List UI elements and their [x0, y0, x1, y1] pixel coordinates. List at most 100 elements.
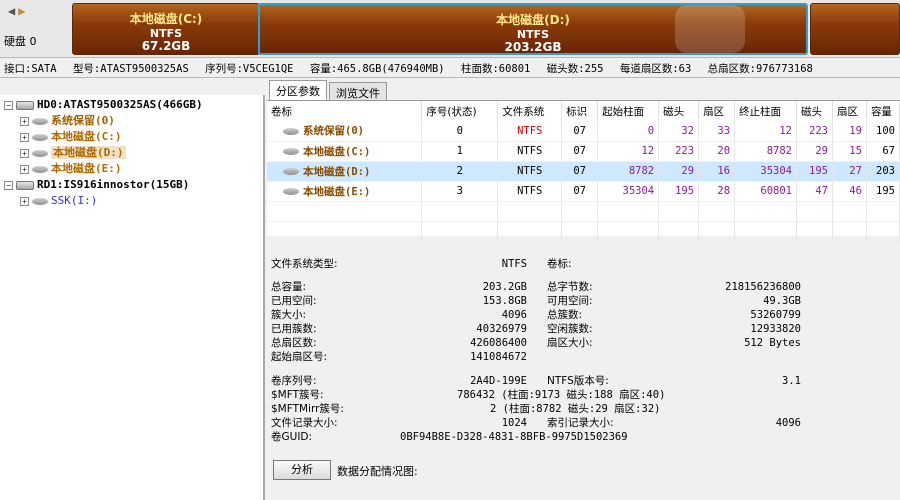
col-header[interactable]: 文件系统	[497, 101, 563, 121]
value-free: 49.3GB	[763, 295, 801, 307]
col-header[interactable]: 卷标	[267, 101, 423, 121]
col-header[interactable]: 标识	[561, 101, 599, 121]
value-mftmirr: 2 (柱面:8782 磁头:29 扇区:32)	[490, 403, 661, 415]
disk-info-line: 接口:SATA 型号:ATAST9500325AS 序列号:V5CEG1QE 容…	[0, 58, 900, 78]
partition-icon	[32, 117, 48, 125]
table-cell: 35304	[734, 161, 797, 182]
table-cell: 20	[698, 141, 736, 162]
table-cell: NTFS	[497, 161, 563, 182]
table-cell: 1	[421, 141, 499, 162]
table-row[interactable]: 本地磁盘(E:) 3 NTFS 07 35304 195 28 60801 47 46 195	[267, 181, 900, 202]
label-total-bytes: 总字节数:	[547, 281, 593, 293]
table-cell	[421, 201, 499, 222]
tab-bar: 分区参数 浏览文件	[267, 80, 900, 100]
value-total-bytes: 218156236800	[725, 281, 801, 293]
prev-disk-icon[interactable]: ◀	[8, 4, 15, 18]
value-ntfs-version: 3.1	[782, 375, 801, 387]
table-cell	[497, 201, 563, 222]
info-interface: 接口:SATA	[4, 63, 57, 75]
info-model: 型号:ATAST9500325AS	[72, 63, 189, 75]
label-mft: $MFT簇号:	[271, 389, 324, 401]
tree-partition-e[interactable]: + 本地磁盘(E:)	[0, 161, 263, 177]
table-cell	[796, 201, 833, 222]
table-cell-name: 本地磁盘(D:)	[267, 161, 423, 182]
partition-icon	[32, 165, 48, 173]
value-sector-size: 512 Bytes	[744, 337, 801, 349]
table-row-empty	[267, 201, 900, 222]
tree-partition-ssk[interactable]: + SSK(I:)	[0, 193, 263, 209]
info-serial: 序列号:V5CEG1QE	[205, 63, 294, 75]
value-fs-type: NTFS	[501, 258, 527, 270]
col-header[interactable]: 起始柱面	[597, 101, 660, 121]
tree-partition-c[interactable]: + 本地磁盘(C:)	[0, 129, 263, 145]
table-cell: 195	[658, 181, 700, 202]
label-free: 可用空间:	[547, 295, 593, 307]
partition-block-d[interactable]: 本地磁盘(D:) NTFS 203.2GB	[258, 3, 808, 55]
info-cylinders: 柱面数:60801	[460, 63, 531, 75]
tree-partition-d[interactable]: + 本地磁盘(D:)	[0, 145, 263, 161]
tab-partition-params[interactable]: 分区参数	[269, 80, 327, 100]
tree-disk-rd1[interactable]: − RD1:IS916innostor(15GB)	[0, 177, 263, 193]
partition-block-e[interactable]	[810, 3, 900, 55]
disk-label: 硬盘 0	[4, 35, 37, 48]
table-row-empty	[267, 221, 900, 242]
col-header[interactable]: 容量	[866, 101, 900, 121]
table-row[interactable]: 本地磁盘(C:) 1 NTFS 07 12 223 20 8782 29 15 67	[267, 141, 900, 162]
collapse-icon[interactable]: −	[4, 100, 13, 110]
table-cell: 07	[561, 141, 599, 162]
table-row[interactable]: 本地磁盘(D:) 2 NTFS 07 8782 29 16 35304 195 27 203	[267, 161, 900, 182]
table-cell	[597, 201, 660, 222]
info-heads: 磁头数:255	[546, 63, 604, 75]
next-disk-icon[interactable]: ▶	[18, 4, 25, 18]
expand-icon[interactable]: +	[20, 116, 29, 126]
info-total-sectors: 总扇区数:976773168	[707, 63, 813, 75]
expand-icon[interactable]: +	[20, 196, 29, 206]
table-header-row: 卷标 序号(状态) 文件系统 标识 起始柱面 磁头 扇区 终止柱面 磁头 扇区 …	[267, 101, 900, 121]
table-cell	[866, 221, 900, 242]
partition-block-c[interactable]: 本地磁盘(C:) NTFS 67.2GB	[72, 3, 260, 55]
tree-disk-hd0[interactable]: − HD0:ATAST9500325AS(466GB)	[0, 97, 263, 113]
table-cell: 203	[866, 161, 900, 182]
expand-icon[interactable]: +	[20, 164, 29, 174]
col-header[interactable]: 扇区	[698, 101, 736, 121]
expand-icon[interactable]: +	[20, 148, 29, 158]
tab-browse-files[interactable]: 浏览文件	[329, 82, 387, 100]
table-cell: 16	[698, 161, 736, 182]
table-cell	[658, 221, 700, 242]
col-header[interactable]: 磁头	[796, 101, 833, 121]
table-cell: 32	[658, 121, 700, 142]
table-cell-name: 本地磁盘(E:)	[267, 181, 423, 202]
col-header[interactable]: 序号(状态)	[421, 101, 499, 121]
partition-icon	[283, 127, 299, 135]
value-guid: 0BF94B8E-D328-4831-8BFB-9975D1502369	[400, 431, 628, 443]
table-cell: 195	[866, 181, 900, 202]
partition-size: 67.2GB	[141, 39, 191, 53]
collapse-icon[interactable]: −	[4, 180, 13, 190]
col-header[interactable]: 终止柱面	[734, 101, 797, 121]
label-used-clusters: 已用簇数:	[271, 323, 317, 335]
table-cell: 15	[832, 141, 867, 162]
table-cell: 47	[796, 181, 833, 202]
label-ntfs-version: NTFS版本号:	[547, 375, 609, 387]
col-header[interactable]: 扇区	[832, 101, 867, 121]
value-used: 153.8GB	[482, 295, 527, 307]
label-mftmirr: $MFTMirr簇号:	[271, 403, 344, 415]
partition-icon	[32, 197, 48, 205]
value-record-size: 1024	[501, 417, 527, 429]
tree-partition-system[interactable]: + 系统保留(0)	[0, 113, 263, 129]
table-cell	[267, 221, 423, 242]
label-serial: 卷序列号:	[271, 375, 317, 387]
table-cell: 8782	[597, 161, 660, 182]
label-guid: 卷GUID:	[271, 431, 313, 443]
partition-icon	[283, 188, 299, 195]
table-row[interactable]: 系统保留(0) 0 NTFS 07 0 32 33 12 223 19 100	[267, 121, 900, 142]
partition-detail: 文件系统类型: NTFS 卷标: 总容量: 203.2GB 总字节数: 2181…	[267, 252, 900, 500]
table-cell: 27	[832, 161, 867, 182]
partition-icon	[32, 133, 48, 141]
table-cell	[698, 221, 736, 242]
partition-icon	[283, 148, 299, 155]
expand-icon[interactable]: +	[20, 132, 29, 142]
analyze-button[interactable]: 分析	[273, 460, 331, 480]
col-header[interactable]: 磁头	[658, 101, 700, 121]
table-cell: 07	[561, 181, 599, 202]
